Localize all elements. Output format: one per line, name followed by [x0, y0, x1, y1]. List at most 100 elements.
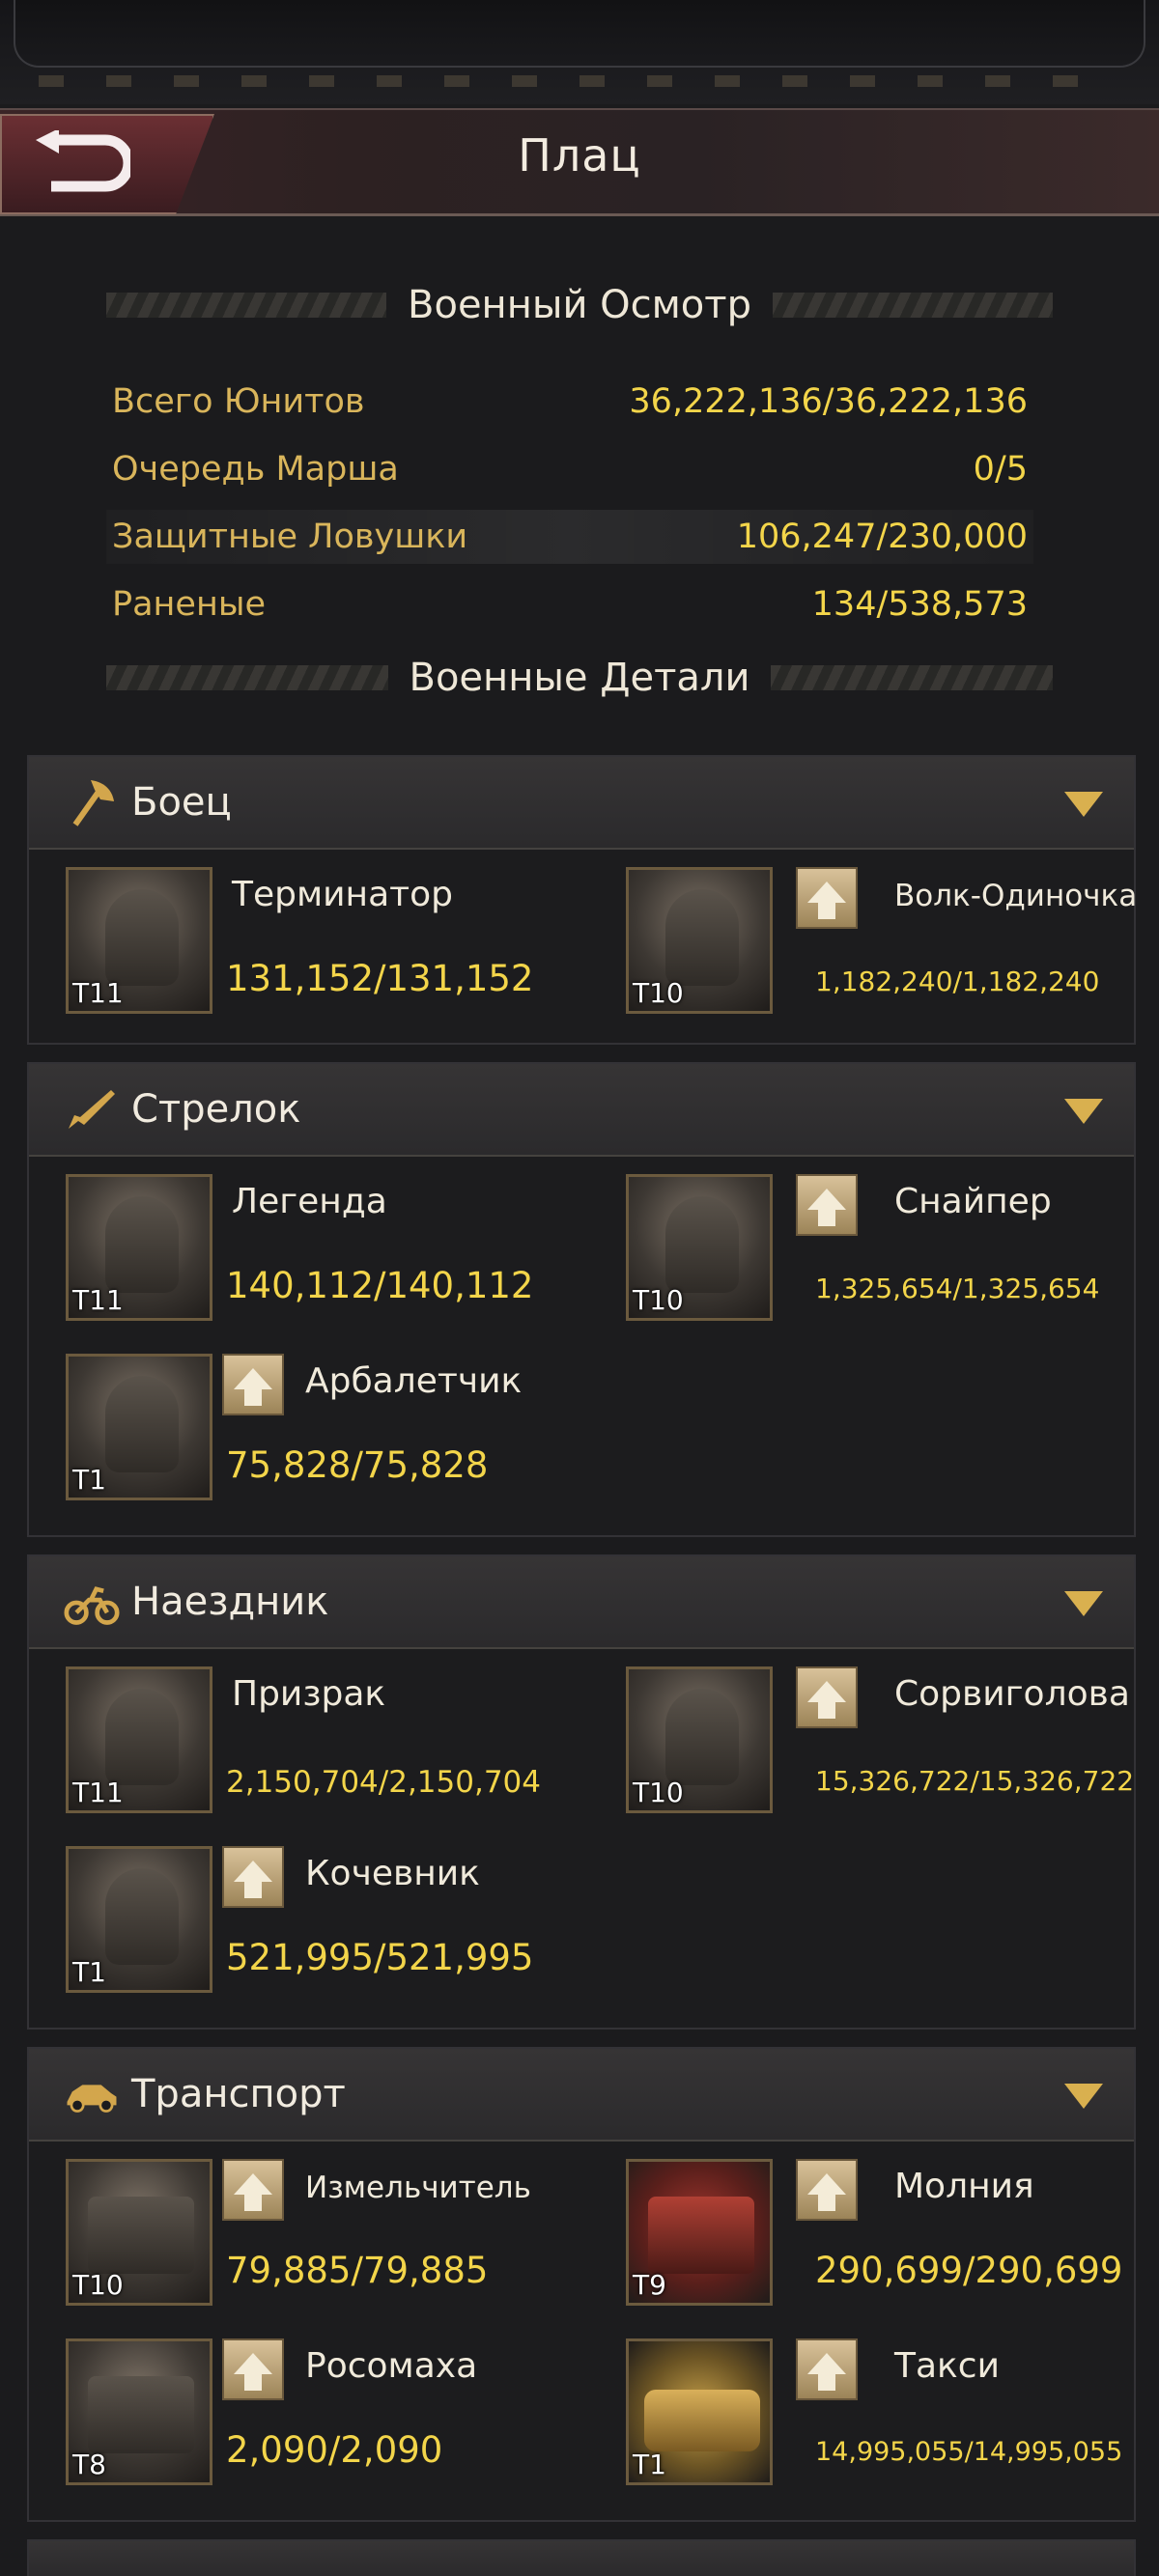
- upgrade-arrow-icon[interactable]: [796, 867, 858, 929]
- upgrade-arrow-icon[interactable]: [796, 2159, 858, 2221]
- unit-tier: T1: [633, 2449, 666, 2480]
- unit-tier: T10: [72, 2269, 124, 2301]
- unit-card[interactable]: T1 Такси 14,995,055/14,995,055: [589, 2329, 1122, 2485]
- unit-card[interactable]: T9 Молния 290,699/290,699: [589, 2149, 1122, 2306]
- upgrade-arrow-icon[interactable]: [796, 1174, 858, 1236]
- axe-icon: [64, 774, 120, 830]
- unit-count: 1,182,240/1,182,240: [815, 966, 1100, 997]
- stat-row-total-units: Всего Юнитов 36,222,136/36,222,136: [106, 375, 1033, 429]
- chevron-down-icon[interactable]: [1064, 792, 1103, 817]
- unit-count: 131,152/131,152: [226, 958, 534, 999]
- next-category-header-partial[interactable]: [27, 2539, 1136, 2576]
- car-icon: [64, 2066, 120, 2122]
- unit-tier: T11: [72, 977, 124, 1009]
- category-header-shooter[interactable]: Стрелок: [29, 1064, 1134, 1157]
- category-header-transport[interactable]: Транспорт: [29, 2049, 1134, 2142]
- category-name: Наездник: [131, 1580, 329, 1624]
- stat-value: 0/5: [973, 450, 1028, 489]
- category-header-fighter[interactable]: Боец: [29, 757, 1134, 850]
- unit-card[interactable]: T10 Снайпер 1,325,654/1,325,654: [589, 1164, 1111, 1321]
- unit-name: Такси: [894, 2346, 1000, 2386]
- category-panel-fighter: Боец T11 Терминатор 131,152/131,152 T10 …: [27, 755, 1137, 1045]
- unit-count: 79,885/79,885: [226, 2250, 489, 2291]
- unit-name: Призрак: [232, 1674, 386, 1714]
- unit-name: Волк-Одиночка: [894, 879, 1138, 913]
- unit-count: 2,090/2,090: [226, 2429, 443, 2471]
- unit-count: 290,699/290,699: [815, 2250, 1123, 2291]
- chevron-down-icon[interactable]: [1064, 2084, 1103, 2109]
- unit-tier: T11: [72, 1284, 124, 1316]
- unit-tier: T11: [72, 1777, 124, 1808]
- category-panel-rider: Наездник T11 Призрак 2,150,704/2,150,704…: [27, 1554, 1136, 2030]
- category-header-rider[interactable]: Наездник: [29, 1556, 1134, 1649]
- unit-tier: T1: [72, 1956, 106, 1988]
- unit-name: Арбалетчик: [305, 1361, 523, 1401]
- unit-tier: T10: [633, 1777, 684, 1808]
- category-panel-shooter: Стрелок T11 Легенда 140,112/140,112 T10 …: [27, 1062, 1136, 1537]
- stat-value: 36,222,136/36,222,136: [629, 382, 1028, 421]
- chevron-down-icon[interactable]: [1064, 1099, 1103, 1124]
- unit-tier: T1: [72, 1464, 106, 1496]
- unit-card[interactable]: T8 Росомаха 2,090/2,090: [29, 2329, 551, 2485]
- unit-portrait: T1: [626, 2338, 773, 2485]
- unit-portrait: T1: [66, 1846, 212, 1993]
- unit-card[interactable]: T10 Сорвиголова 15,326,722/15,326,722: [589, 1657, 1134, 1813]
- unit-card[interactable]: T1 Кочевник 521,995/521,995: [29, 1836, 551, 1993]
- unit-count: 521,995/521,995: [226, 1937, 534, 1978]
- review-heading-text: Военный Осмотр: [408, 283, 751, 327]
- unit-tier: T10: [633, 1284, 684, 1316]
- category-name: Боец: [131, 780, 232, 825]
- motorcycle-icon: [64, 1574, 120, 1630]
- stat-value: 106,247/230,000: [736, 518, 1028, 556]
- stat-value: 134/538,573: [811, 585, 1028, 624]
- unit-name: Кочевник: [305, 1854, 480, 1893]
- unit-name: Сорвиголова: [894, 1674, 1130, 1714]
- unit-card[interactable]: T10 Волк-Одиночка 1,182,240/1,182,240: [589, 857, 1137, 1014]
- category-name: Транспорт: [131, 2072, 346, 2116]
- stat-row-march-queue: Очередь Марша 0/5: [106, 442, 1033, 496]
- stat-label: Очередь Марша: [112, 450, 399, 489]
- heading-stripe-right: [772, 293, 1053, 318]
- unit-portrait: T10: [626, 1174, 773, 1321]
- review-heading: Военный Осмотр: [106, 280, 1053, 330]
- unit-name: Снайпер: [894, 1182, 1052, 1221]
- top-frame-inner: [14, 0, 1145, 68]
- category-panel-transport: Транспорт T10 Измельчитель 79,885/79,885…: [27, 2047, 1136, 2522]
- unit-name: Молния: [894, 2167, 1034, 2206]
- unit-card[interactable]: T11 Легенда 140,112/140,112: [29, 1164, 551, 1321]
- heading-stripe-left: [106, 665, 388, 690]
- unit-count: 140,112/140,112: [226, 1265, 534, 1306]
- unit-card[interactable]: T1 Арбалетчик 75,828/75,828: [29, 1344, 551, 1500]
- stat-row-traps: Защитные Ловушки 106,247/230,000: [106, 510, 1033, 564]
- upgrade-arrow-icon[interactable]: [796, 2338, 858, 2400]
- category-name: Стрелок: [131, 1087, 301, 1132]
- unit-card[interactable]: T10 Измельчитель 79,885/79,885: [29, 2149, 551, 2306]
- top-frame: [0, 0, 1159, 104]
- unit-name: Терминатор: [232, 875, 453, 914]
- unit-card[interactable]: T11 Призрак 2,150,704/2,150,704: [29, 1657, 551, 1813]
- unit-portrait: T10: [626, 867, 773, 1014]
- rifle-icon: [64, 1081, 120, 1137]
- unit-portrait: T10: [626, 1666, 773, 1813]
- details-heading: Военные Детали: [106, 653, 1053, 703]
- stat-row-wounded: Раненые 134/538,573: [106, 577, 1033, 631]
- unit-count: 2,150,704/2,150,704: [226, 1765, 541, 1800]
- stat-label: Защитные Ловушки: [112, 518, 468, 556]
- unit-count: 14,995,055/14,995,055: [815, 2437, 1123, 2467]
- unit-tier: T9: [633, 2269, 666, 2301]
- upgrade-arrow-icon[interactable]: [222, 1846, 284, 1908]
- unit-name: Легенда: [232, 1182, 387, 1221]
- unit-tier: T10: [633, 977, 684, 1009]
- unit-name: Росомаха: [305, 2346, 478, 2386]
- unit-portrait: T1: [66, 1354, 212, 1500]
- upgrade-arrow-icon[interactable]: [222, 2159, 284, 2221]
- unit-card[interactable]: T11 Терминатор 131,152/131,152: [29, 857, 551, 1014]
- heading-stripe-right: [771, 665, 1053, 690]
- unit-count: 15,326,722/15,326,722: [815, 1765, 1135, 1797]
- upgrade-arrow-icon[interactable]: [222, 1354, 284, 1415]
- upgrade-arrow-icon[interactable]: [222, 2338, 284, 2400]
- upgrade-arrow-icon[interactable]: [796, 1666, 858, 1728]
- unit-portrait: T9: [626, 2159, 773, 2306]
- unit-tier: T8: [72, 2449, 106, 2480]
- chevron-down-icon[interactable]: [1064, 1591, 1103, 1616]
